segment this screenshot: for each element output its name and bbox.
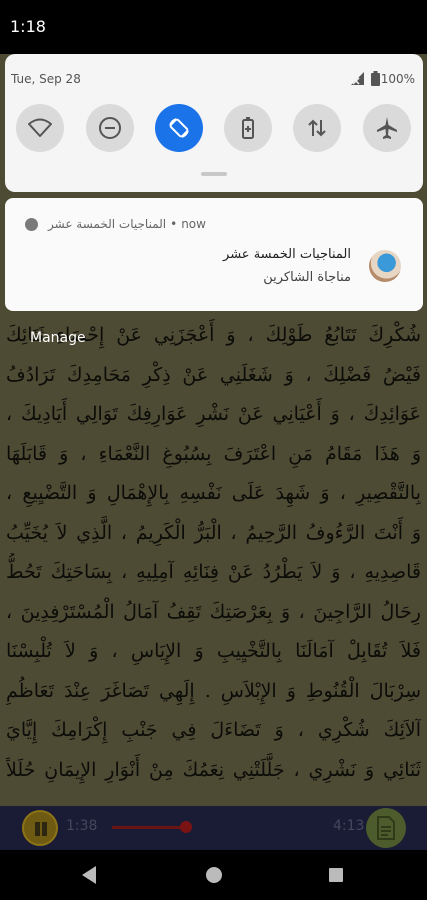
auto-rotate-tile[interactable] xyxy=(155,104,203,152)
manage-button[interactable]: Manage xyxy=(30,330,86,346)
battery-percentage: 100% xyxy=(380,72,415,86)
date-label: Tue, Sep 28 xyxy=(11,72,81,86)
airplane-tile[interactable] xyxy=(363,104,411,152)
battery-saver-tile[interactable] xyxy=(224,104,272,152)
audio-player: 1:38 4:13 xyxy=(0,806,427,850)
text-line: آلاَئِكَ شُكْرِي ، وَ تَضَاءَلَ فِي جَنْ… xyxy=(6,719,421,741)
prayer-text: شُكْرِكَ تَتَابُعُ طَوْلِكَ ، وَ أَعْجَز… xyxy=(6,316,421,790)
mobile-data-tile[interactable] xyxy=(293,104,341,152)
status-bar: 1:18 xyxy=(0,0,427,54)
elapsed-time: 1:38 xyxy=(66,818,98,834)
do-not-disturb-icon xyxy=(99,117,121,139)
document-button[interactable] xyxy=(366,808,406,848)
quick-settings-panel: Tue, Sep 28 100% xyxy=(5,54,423,192)
status-time: 1:18 xyxy=(10,17,46,36)
text-line: فَيْضُ فَضْلِكَ ، وَ شَغَلَنِي عَنْ ذِكْ… xyxy=(6,363,421,386)
seek-bar[interactable] xyxy=(112,826,187,829)
text-line: فَلاَ تُقَابِلْ آمَالَنَا بِالتَّخْيِيبِ… xyxy=(6,640,421,662)
battery-icon xyxy=(371,71,380,86)
notification-title: المناجيات الخمسة عشر xyxy=(223,247,351,262)
avatar xyxy=(369,250,401,282)
wifi-icon xyxy=(28,118,52,137)
notification-time: now xyxy=(181,217,206,231)
home-icon[interactable] xyxy=(205,866,223,884)
notification-header: المناجيات الخمسة عشر • now xyxy=(48,217,206,231)
notification-card[interactable]: المناجيات الخمسة عشر • now المناجيات الخمس… xyxy=(5,198,423,311)
recents-icon[interactable] xyxy=(328,867,344,883)
pause-button[interactable] xyxy=(22,810,58,846)
text-line: سِرْبَالَ الْقُنُوطِ وَ الإِبْلاَسِ . إِ… xyxy=(6,679,421,702)
cell-signal-icon xyxy=(351,72,364,85)
text-line: وَ هَذَا مَقَامُ مَنِ اعْتَرَفَ بِسُبُوغ… xyxy=(6,442,421,465)
text-line: بِالتَّقْصِيرِ ، وَ شَهِدَ عَلَى نَفْسِه… xyxy=(6,482,421,504)
text-line: قَاصِدِيهِ ، وَ لاَ يَطْرُدُ عَنْ فِنَائ… xyxy=(6,561,421,583)
do-not-disturb-tile[interactable] xyxy=(86,104,134,152)
panel-drag-handle[interactable] xyxy=(201,172,227,176)
total-time: 4:13 xyxy=(333,818,365,834)
battery-saver-icon xyxy=(242,117,254,139)
header-separator: • xyxy=(170,217,178,231)
app-icon xyxy=(25,218,38,231)
seek-thumb[interactable] xyxy=(180,821,193,833)
text-line: رِحَالُ الرَّاجِينَ ، وَ بِعَرْصَتِكَ تَ… xyxy=(6,600,421,623)
notification-app-name: المناجيات الخمسة عشر xyxy=(48,217,167,231)
text-line: وَ أَنْتَ الرَّءُوفُ الرَّحِيمُ ، الْبَر… xyxy=(6,521,421,544)
mobile-data-icon xyxy=(308,119,326,137)
navigation-bar xyxy=(0,850,427,900)
back-icon[interactable] xyxy=(80,865,98,885)
text-line: عَوَائِدِكَ ، وَ أَعْيَانِي عَنْ نَشْرِ … xyxy=(6,403,421,425)
text-line: ثَنَائِي وَ نَشْرِي ، جَلَّلَتْنِي نِعَم… xyxy=(6,758,421,781)
auto-rotate-icon xyxy=(169,118,189,138)
document-icon xyxy=(377,816,395,840)
airplane-icon xyxy=(377,117,397,139)
wifi-tile[interactable] xyxy=(16,104,64,152)
notification-text: مناجاة الشاكرين xyxy=(263,270,351,285)
